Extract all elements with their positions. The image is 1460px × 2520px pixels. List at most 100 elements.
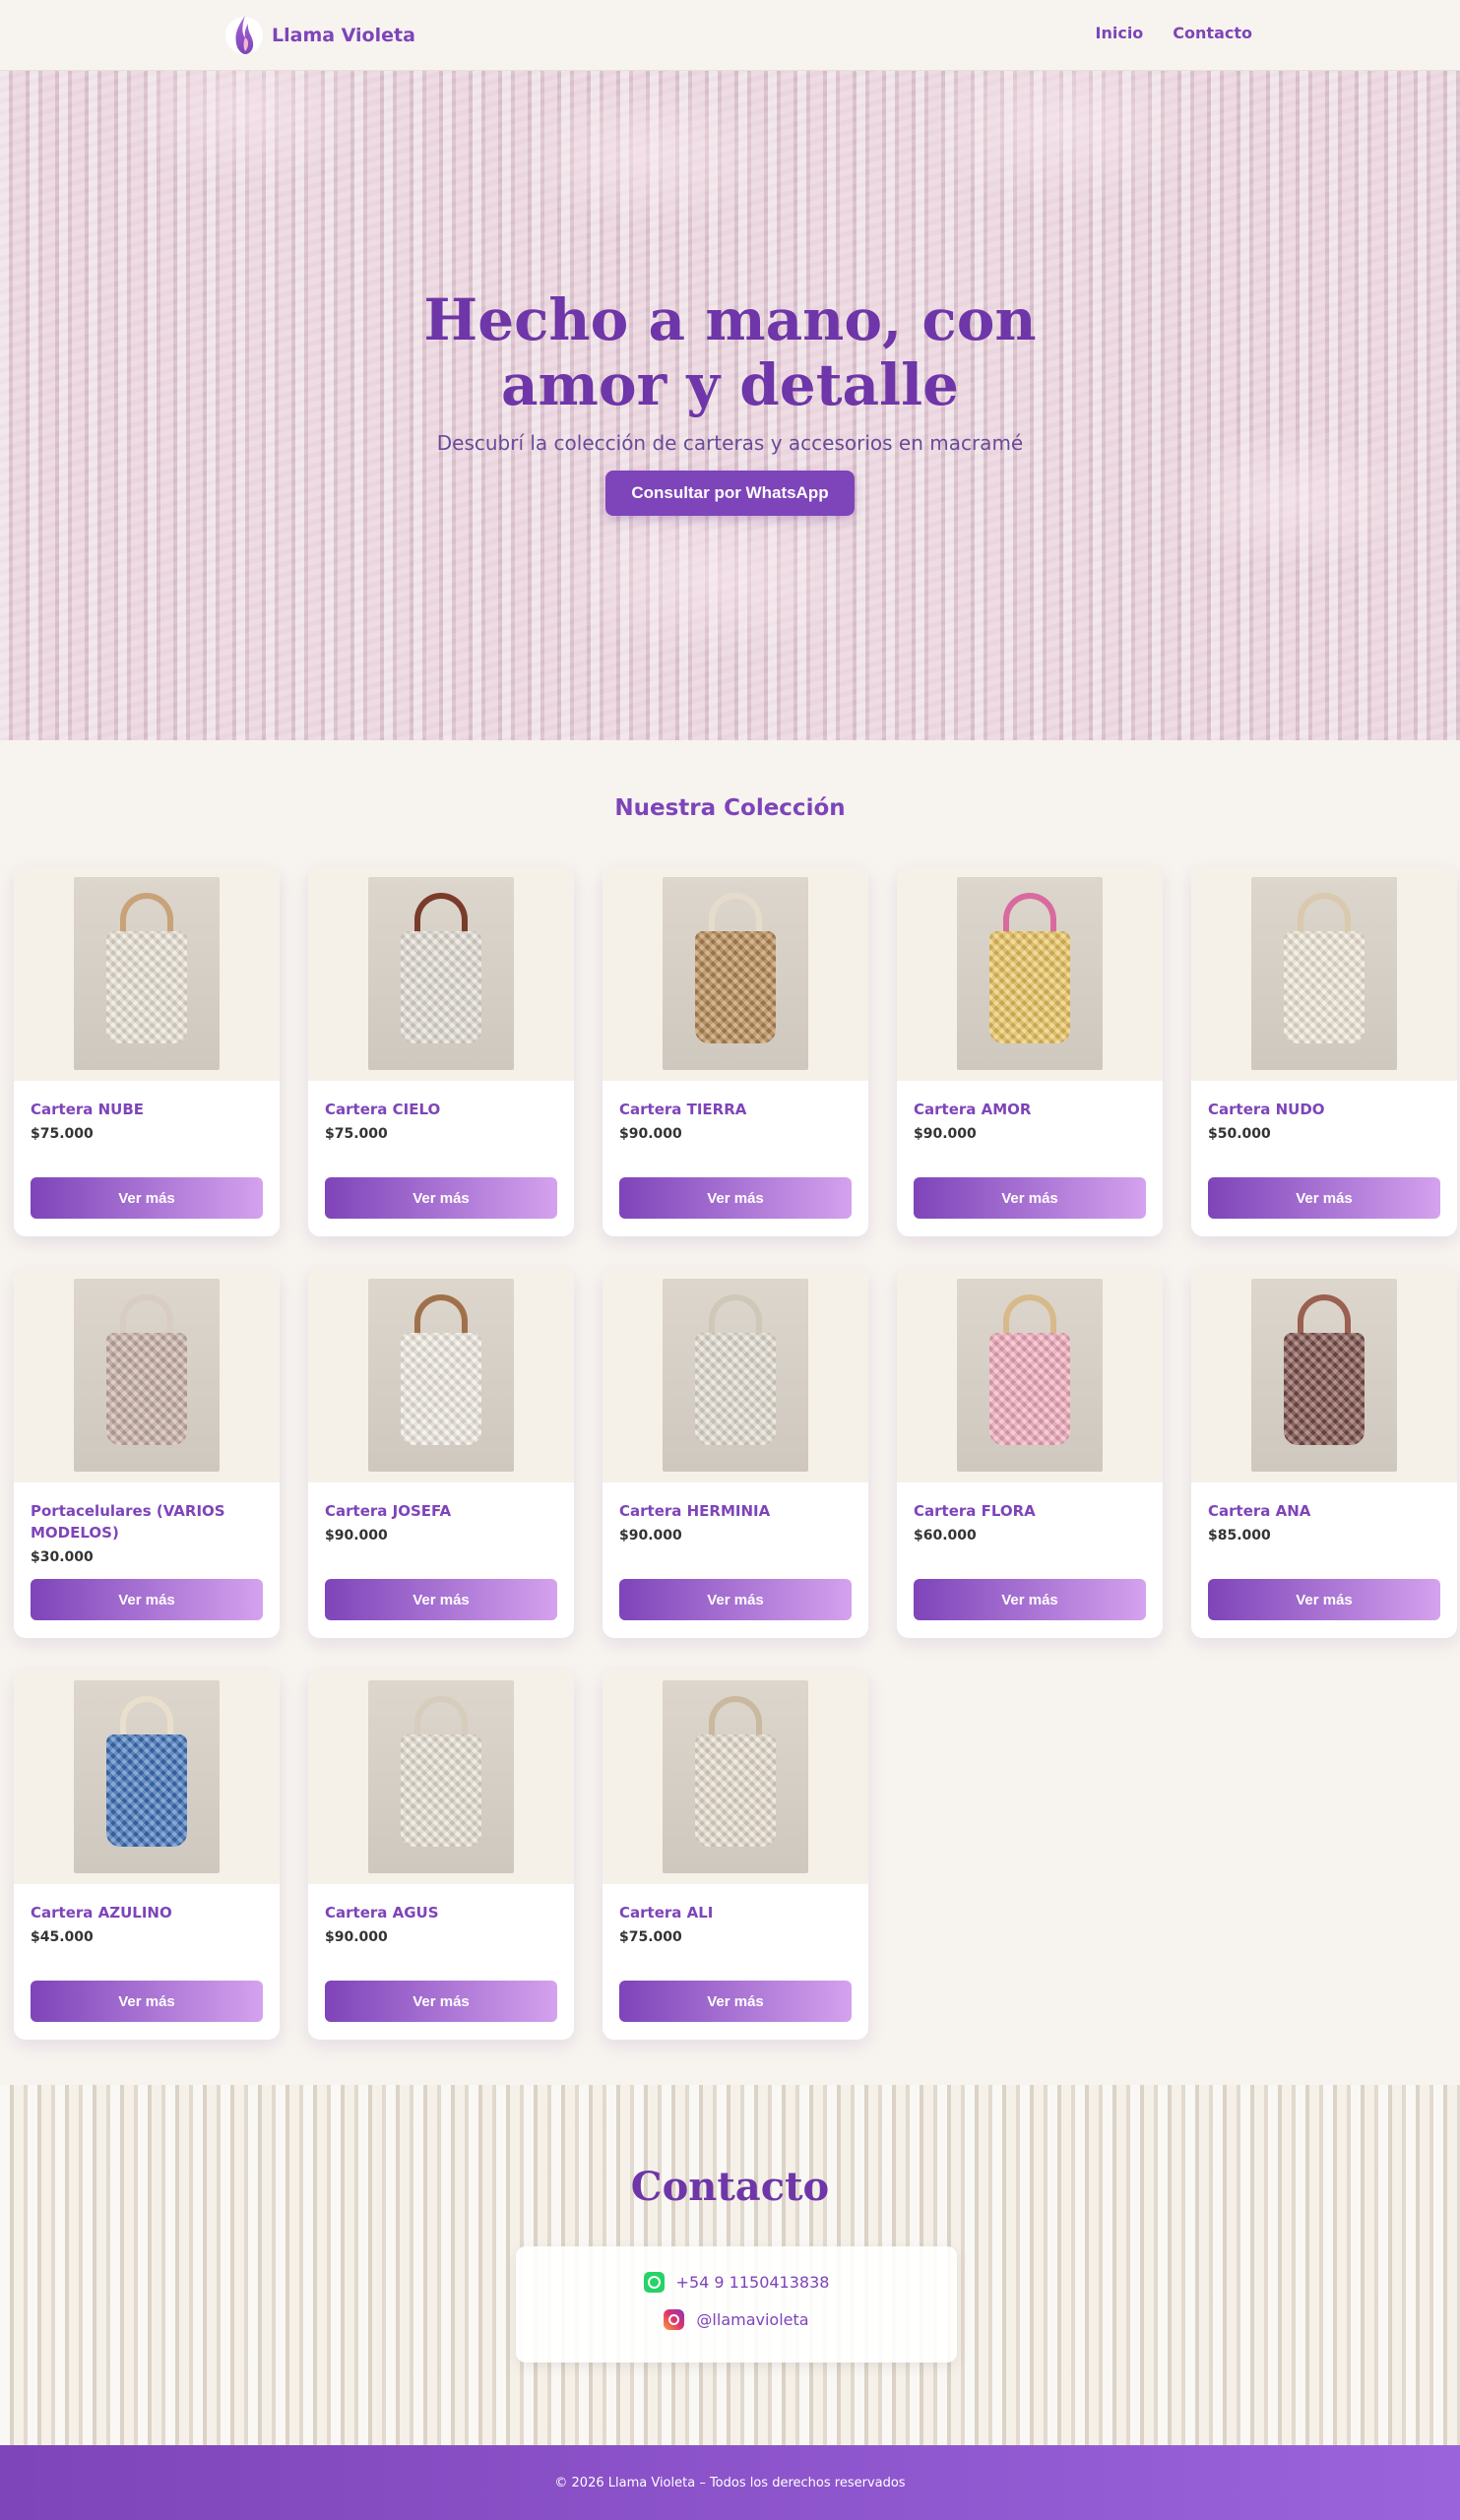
product-price: $90.000 [325, 1528, 388, 1544]
footer: © 2026 Llama Violeta – Todos los derecho… [0, 2445, 1460, 2520]
product-name: Cartera ANA [1208, 1502, 1311, 1520]
product-name: Cartera NUBE [31, 1101, 145, 1118]
ver-mas-button[interactable]: Ver más [619, 1177, 852, 1219]
product-price: $60.000 [914, 1528, 977, 1544]
product-photo[interactable] [957, 877, 1103, 1070]
product-price: $50.000 [1208, 1126, 1271, 1142]
brand-name: Llama Violeta [272, 25, 415, 46]
product-photo[interactable] [368, 1279, 514, 1472]
ver-mas-button[interactable]: Ver más [325, 1981, 557, 2022]
product-price: $45.000 [31, 1929, 94, 1945]
ver-mas-button[interactable]: Ver más [619, 1579, 852, 1620]
hero-subtitle: Descubrí la colección de carteras y acce… [436, 431, 1024, 455]
brand[interactable]: Llama Violeta [224, 12, 415, 59]
bag-body [105, 1733, 188, 1847]
bag-body [988, 930, 1071, 1043]
ver-mas-button[interactable]: Ver más [914, 1579, 1146, 1620]
nav-link-inicio[interactable]: Inicio [1096, 24, 1144, 42]
product-image-frame [1191, 1268, 1457, 1482]
product-grid: Cartera NUBE $75.000 Ver más Cartera CIELO $… [14, 866, 1460, 2040]
nav-link-contacto[interactable]: Contacto [1173, 24, 1252, 42]
product-name: Portacelulares (VARIOS MODELOS) [31, 1502, 225, 1542]
bag-body [1283, 930, 1365, 1043]
collection-title: Nuestra Colección [614, 795, 846, 821]
product-card: Cartera AZULINO $45.000 Ver más [14, 1670, 280, 2040]
product-photo[interactable] [957, 1279, 1103, 1472]
whatsapp-cta-button[interactable]: Consultar por WhatsApp [605, 471, 855, 516]
product-photo[interactable] [1251, 1279, 1397, 1472]
product-card-body: Cartera JOSEFA $90.000 [308, 1482, 574, 1544]
hero-content: Hecho a mano, con amor y detalle Descubr… [0, 287, 1460, 516]
ver-mas-button[interactable]: Ver más [619, 1981, 852, 2022]
product-image-frame [603, 866, 868, 1081]
product-image-frame [14, 1670, 280, 1884]
product-card-body: Cartera NUBE $75.000 [14, 1081, 280, 1142]
product-name: Cartera NUDO [1208, 1101, 1325, 1118]
product-card: Cartera HERMINIA $90.000 Ver más [603, 1268, 868, 1638]
product-name: Cartera CIELO [325, 1101, 441, 1118]
whatsapp-contact[interactable]: +54 9 1150413838 [516, 2272, 957, 2293]
product-photo[interactable] [368, 877, 514, 1070]
product-name: Cartera AMOR [914, 1101, 1032, 1118]
product-price: $30.000 [31, 1549, 94, 1565]
product-name: Cartera ALI [619, 1904, 714, 1922]
product-photo[interactable] [74, 1279, 220, 1472]
bag-body [400, 1733, 482, 1847]
contact-section: Contacto +54 9 1150413838 @llamavioleta [0, 2085, 1460, 2445]
ver-mas-button[interactable]: Ver más [325, 1579, 557, 1620]
product-price: $90.000 [619, 1126, 682, 1142]
product-card-body: Cartera TIERRA $90.000 [603, 1081, 868, 1142]
ver-mas-button[interactable]: Ver más [1208, 1579, 1440, 1620]
navbar: Llama Violeta Inicio Contacto [0, 0, 1460, 71]
ver-mas-button[interactable]: Ver más [914, 1177, 1146, 1219]
product-card: Cartera CIELO $75.000 Ver más [308, 866, 574, 1236]
footer-copyright: © 2026 Llama Violeta – Todos los derecho… [554, 2475, 906, 2490]
product-photo[interactable] [368, 1680, 514, 1873]
product-image-frame [308, 1268, 574, 1482]
product-photo[interactable] [663, 1680, 808, 1873]
contact-box: +54 9 1150413838 @llamavioleta [516, 2246, 957, 2362]
bag-body [400, 1332, 482, 1445]
product-card: Cartera AGUS $90.000 Ver más [308, 1670, 574, 2040]
product-photo[interactable] [663, 877, 808, 1070]
product-card: Cartera TIERRA $90.000 Ver más [603, 866, 868, 1236]
hero-section: Hecho a mano, con amor y detalle Descubr… [0, 71, 1460, 740]
product-card-body: Cartera CIELO $75.000 [308, 1081, 574, 1142]
bag-body [105, 930, 188, 1043]
product-card: Cartera NUDO $50.000 Ver más [1191, 866, 1457, 1236]
ver-mas-button[interactable]: Ver más [31, 1579, 263, 1620]
product-photo[interactable] [74, 1680, 220, 1873]
product-image-frame [603, 1670, 868, 1884]
product-photo[interactable] [1251, 877, 1397, 1070]
product-price: $85.000 [1208, 1528, 1271, 1544]
product-name: Cartera AGUS [325, 1904, 439, 1922]
product-price: $90.000 [619, 1528, 682, 1544]
bag-body [1283, 1332, 1365, 1445]
hero-title: Hecho a mano, con amor y detalle [423, 286, 1037, 418]
product-name: Cartera HERMINIA [619, 1502, 771, 1520]
product-card: Cartera FLORA $60.000 Ver más [897, 1268, 1163, 1638]
product-card-body: Cartera ANA $85.000 [1191, 1482, 1457, 1544]
product-card: Cartera ALI $75.000 Ver más [603, 1670, 868, 2040]
ver-mas-button[interactable]: Ver más [31, 1177, 263, 1219]
product-image-frame [897, 1268, 1163, 1482]
product-card-body: Cartera AZULINO $45.000 [14, 1884, 280, 1945]
instagram-handle[interactable]: @llamavioleta [696, 2310, 808, 2329]
product-image-frame [308, 1670, 574, 1884]
bag-body [988, 1332, 1071, 1445]
whatsapp-number[interactable]: +54 9 1150413838 [676, 2273, 830, 2292]
product-photo[interactable] [74, 877, 220, 1070]
ver-mas-button[interactable]: Ver más [325, 1177, 557, 1219]
ver-mas-button[interactable]: Ver más [31, 1981, 263, 2022]
instagram-icon [664, 2309, 685, 2330]
ver-mas-button[interactable]: Ver más [1208, 1177, 1440, 1219]
product-card-body: Cartera ALI $75.000 [603, 1884, 868, 1945]
bag-body [105, 1332, 188, 1445]
instagram-contact[interactable]: @llamavioleta [516, 2309, 957, 2330]
product-price: $90.000 [325, 1929, 388, 1945]
product-photo[interactable] [663, 1279, 808, 1472]
product-card: Cartera NUBE $75.000 Ver más [14, 866, 280, 1236]
product-card: Cartera AMOR $90.000 Ver más [897, 866, 1163, 1236]
product-image-frame [1191, 866, 1457, 1081]
product-card-body: Cartera HERMINIA $90.000 [603, 1482, 868, 1544]
